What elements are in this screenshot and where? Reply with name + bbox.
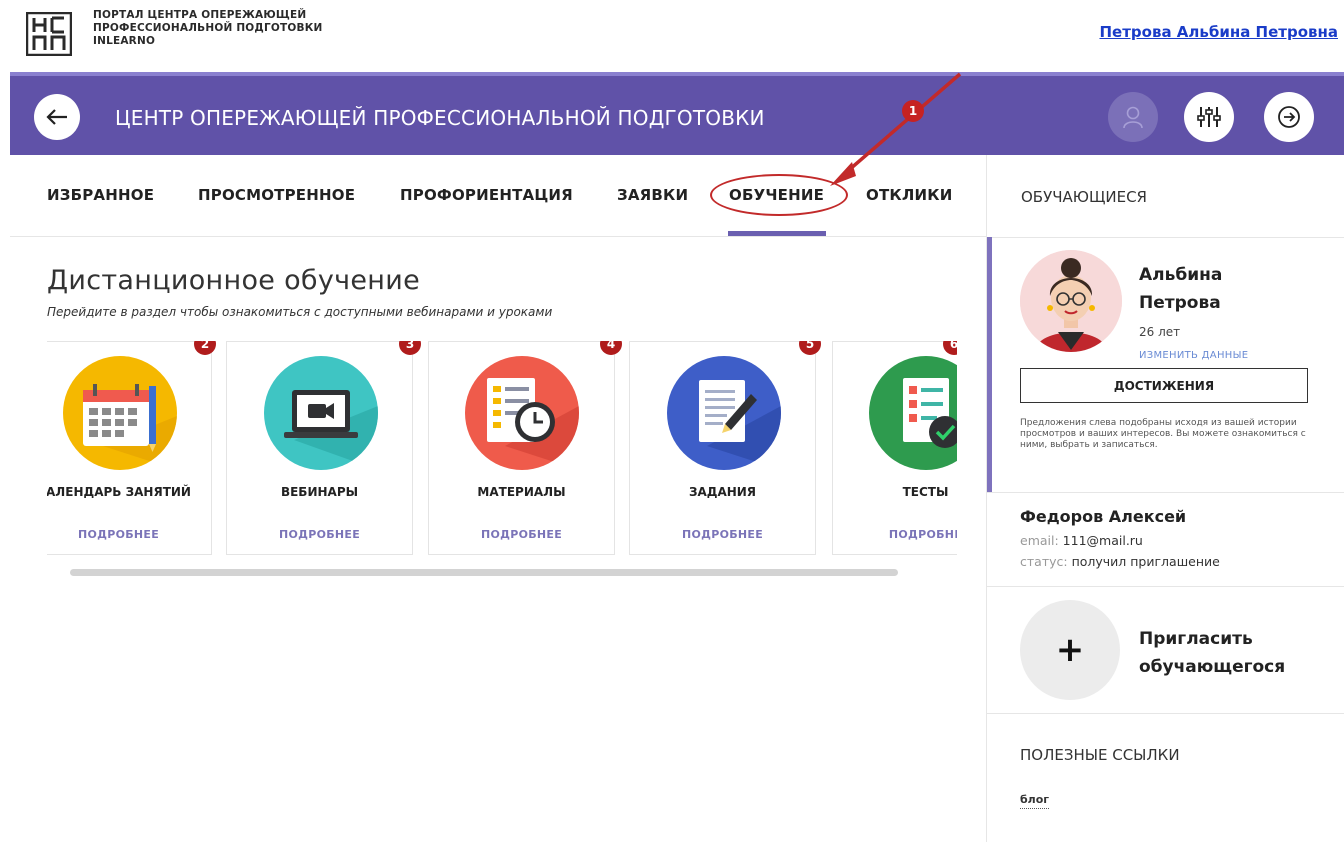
more-link[interactable]: ПОДРОБНЕЕ — [227, 528, 412, 541]
divider — [987, 586, 1344, 587]
back-button[interactable] — [34, 94, 80, 140]
more-link[interactable]: ПОДРОБНЕ — [833, 528, 957, 541]
student-name[interactable]: Федоров Алексей — [1020, 507, 1186, 526]
email-label: email: — [1020, 533, 1059, 548]
recommendation-note: Предложения слева подобраны исходя из ва… — [1020, 418, 1306, 450]
tab-applications[interactable]: ЗАЯВКИ — [617, 186, 688, 204]
profile-name: Альбина Петрова — [1139, 261, 1222, 317]
card-calendar[interactable]: АЛЕНДАРЬ ЗАНЯТИЙ ПОДРОБНЕЕ — [47, 341, 212, 555]
logo-icon[interactable] — [25, 11, 73, 57]
user-profile-link[interactable]: Петрова Альбина Петровна — [1099, 23, 1338, 41]
checklist-icon — [869, 356, 957, 470]
status-label: статус: — [1020, 554, 1068, 569]
document-clock-icon — [465, 356, 579, 470]
portal-name-line: ПОРТАЛ ЦЕНТРА ОПЕРЕЖАЮЩЕЙ — [93, 9, 307, 21]
page-title: Дистанционное обучение — [47, 265, 420, 296]
tab-favorites[interactable]: ИЗБРАННОЕ — [47, 186, 154, 204]
active-indicator — [987, 237, 992, 492]
card-tests[interactable]: ТЕСТЫ ПОДРОБНЕ — [832, 341, 957, 555]
avatar — [1020, 250, 1122, 352]
divider — [987, 237, 1344, 238]
active-tab-indicator — [728, 231, 826, 236]
portal-name-line: ПРОФЕССИОНАЛЬНОЙ ПОДГОТОВКИ — [93, 22, 323, 34]
page-subtitle: Перейдите в раздел чтобы ознакомиться с … — [47, 305, 553, 319]
card-label: АЛЕНДАРЬ ЗАНЯТИЙ — [47, 485, 191, 499]
card-assignments[interactable]: ЗАДАНИЯ ПОДРОБНЕЕ — [629, 341, 816, 555]
section-bar: ЦЕНТР ОПЕРЕЖАЮЩЕЙ ПРОФЕССИОНАЛЬНОЙ ПОДГО… — [10, 72, 1344, 155]
profile-first-name: Альбина — [1139, 265, 1223, 285]
top-header: ПОРТАЛ ЦЕНТРА ОПЕРЕЖАЮЩЕЙ ПРОФЕССИОНАЛЬН… — [0, 0, 1344, 72]
card-label: ТЕСТЫ — [902, 485, 949, 499]
tab-career-guidance[interactable]: ПРОФОРИЕНТАЦИЯ — [400, 186, 573, 204]
cards-carousel: АЛЕНДАРЬ ЗАНЯТИЙ ПОДРОБНЕЕ 2 ВЕБИНАРЫ ПО… — [47, 341, 957, 556]
portal-name: ПОРТАЛ ЦЕНТРА ОПЕРЕЖАЮЩЕЙ ПРОФЕССИОНАЛЬН… — [93, 9, 322, 48]
profile-button[interactable] — [1108, 92, 1158, 142]
card-materials[interactable]: МАТЕРИАЛЫ ПОДРОБНЕЕ — [428, 341, 615, 555]
annotation-arrow-icon — [830, 72, 962, 186]
document-pen-icon — [667, 356, 781, 470]
logout-button[interactable] — [1264, 92, 1314, 142]
card-label: МАТЕРИАЛЫ — [477, 485, 566, 499]
step-marker: 1 — [902, 100, 924, 122]
profile-last-name: Петрова — [1139, 293, 1221, 313]
edit-profile-link[interactable]: ИЗМЕНИТЬ ДАННЫЕ — [1139, 350, 1248, 361]
achievements-button[interactable]: ДОСТИЖЕНИЯ — [1020, 368, 1308, 403]
card-label: ЗАДАНИЯ — [688, 485, 757, 499]
tab-viewed[interactable]: ПРОСМОТРЕННОЕ — [198, 186, 355, 204]
divider — [987, 492, 1344, 493]
card-label: ВЕБИНАРЫ — [280, 485, 359, 499]
useful-links-heading: ПОЛЕЗНЫЕ ССЫЛКИ — [1020, 746, 1180, 764]
laptop-camera-icon — [264, 356, 378, 470]
calendar-icon — [63, 356, 177, 470]
more-link[interactable]: ПОДРОБНЕЕ — [429, 528, 614, 541]
blog-link[interactable]: блог — [1020, 793, 1050, 809]
more-link[interactable]: ПОДРОБНЕЕ — [630, 528, 815, 541]
horizontal-scrollbar[interactable] — [70, 569, 898, 576]
student-email: email: 111@mail.ru — [1020, 533, 1143, 548]
sliders-icon — [1197, 107, 1221, 127]
divider — [987, 713, 1344, 714]
invite-label[interactable]: Пригласить обучающегося — [1139, 625, 1285, 681]
card-webinars[interactable]: ВЕБИНАРЫ ПОДРОБНЕЕ — [226, 341, 413, 555]
invite-label-line: Пригласить — [1139, 629, 1253, 649]
sidebar-heading: ОБУЧАЮЩИЕСЯ — [1021, 188, 1147, 206]
portal-name-line: INLEARNO — [93, 35, 156, 47]
invite-button[interactable]: + — [1020, 600, 1120, 700]
student-status: статус: получил приглашение — [1020, 554, 1220, 569]
email-value: 111@mail.ru — [1062, 533, 1143, 548]
students-sidebar: ОБУЧАЮЩИЕСЯ Альбина Петрова 26 лет ИЗМЕН… — [986, 155, 1344, 842]
more-link[interactable]: ПОДРОБНЕЕ — [47, 528, 211, 541]
profile-age: 26 лет — [1139, 325, 1181, 339]
invite-label-line: обучающегося — [1139, 657, 1286, 677]
plus-icon: + — [1055, 630, 1085, 670]
filter-button[interactable] — [1184, 92, 1234, 142]
user-icon — [1123, 106, 1143, 129]
arrow-left-icon — [46, 109, 67, 125]
status-value: получил приглашение — [1071, 554, 1220, 569]
exit-arrow-icon — [1278, 106, 1300, 128]
section-title: ЦЕНТР ОПЕРЕЖАЮЩЕЙ ПРОФЕССИОНАЛЬНОЙ ПОДГО… — [115, 106, 765, 130]
